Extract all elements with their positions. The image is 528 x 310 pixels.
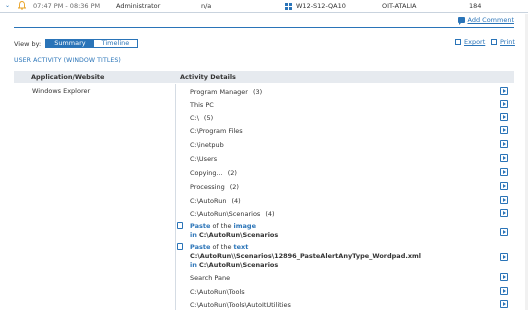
activity-text: C:\AutoRun\Tools — [190, 288, 245, 296]
activity-text: C:\ — [190, 114, 199, 122]
column-header-activity: Activity Details — [180, 73, 236, 81]
paste-icon — [177, 222, 183, 229]
chevron-down-icon[interactable]: ⌄ — [5, 2, 10, 9]
activity-text: C:\AutoRun\Scenarios — [190, 210, 261, 218]
activity-row: Copying... (2) — [190, 168, 510, 179]
column-divider — [175, 84, 176, 310]
activity-row: Search Pane — [190, 273, 510, 284]
activity-text: C:\Program Files — [190, 127, 243, 135]
session-client: n/a — [201, 2, 212, 10]
export-link[interactable]: Export — [455, 38, 485, 46]
play-icon[interactable] — [500, 168, 508, 176]
paste-location: C:\AutoRun\Scenarios — [198, 261, 279, 269]
paste-icon — [177, 243, 183, 250]
paste-in: in — [190, 231, 197, 239]
activity-count: (2) — [227, 169, 237, 177]
add-comment-label: Add Comment — [467, 16, 515, 24]
comment-icon — [457, 17, 465, 25]
activity-row: C:\AutoRun\Scenarios (4) — [190, 209, 510, 220]
paste-content: C:\AutoRun\\Scenarios\12896_PasteAlertAn… — [190, 252, 422, 260]
activity-count: (4) — [231, 197, 241, 205]
paste-kind: image — [233, 222, 256, 230]
play-icon[interactable] — [500, 100, 508, 108]
print-icon — [491, 39, 497, 45]
session-user: Administrator — [116, 2, 161, 10]
activity-row: C:\Users — [190, 154, 510, 165]
export-icon — [455, 39, 461, 45]
paste-of-the: of the — [212, 243, 232, 251]
activity-row: This PC — [190, 100, 510, 111]
activity-text: C:\AutoRun — [190, 197, 227, 205]
paste-kind: text — [233, 243, 249, 251]
activity-text: Program Manager — [190, 88, 248, 96]
paste-text-event: Paste of the text C:\AutoRun\\Scenarios\… — [177, 243, 510, 270]
play-icon[interactable] — [500, 287, 508, 295]
play-icon[interactable] — [500, 273, 508, 281]
add-comment-link[interactable]: Add Comment — [457, 16, 515, 25]
activity-text: C:\AutoRun\Tools\AutoItUtilities — [190, 301, 291, 309]
activity-row: C:\inetpub — [190, 140, 510, 151]
session-time-range: 07:47 PM - 08:36 PM — [33, 2, 101, 10]
session-domain: OIT-ATALIA — [382, 2, 417, 10]
activity-row: C:\AutoRun (4) — [190, 196, 510, 207]
bell-icon — [17, 1, 27, 12]
play-icon[interactable] — [500, 113, 508, 121]
activity-text: Processing — [190, 183, 225, 191]
play-icon[interactable] — [500, 126, 508, 134]
view-toggle[interactable]: Summary Timeline — [45, 39, 139, 48]
activity-row: C:\Program Files — [190, 126, 510, 137]
activity-count: (4) — [265, 210, 275, 218]
divider — [14, 27, 514, 28]
print-link[interactable]: Print — [491, 38, 515, 46]
activity-text: Search Pane — [190, 274, 231, 282]
session-row[interactable]: ⌄ 07:47 PM - 08:36 PM Administrator n/a … — [0, 0, 528, 13]
activity-row: C:\AutoRun\Tools\AutoItUtilities — [190, 300, 510, 310]
paste-location: C:\AutoRun\Scenarios — [198, 231, 279, 239]
paste-label: Paste — [190, 222, 211, 230]
activity-row: Program Manager (3) — [190, 87, 510, 98]
session-count: 184 — [469, 2, 482, 10]
export-label: Export — [464, 38, 486, 46]
activity-text: C:\inetpub — [190, 141, 224, 149]
paste-in: in — [190, 261, 197, 269]
play-icon[interactable] — [500, 228, 508, 236]
paste-of-the: of the — [212, 222, 232, 230]
play-icon[interactable] — [500, 87, 508, 95]
activity-text: C:\Users — [190, 155, 218, 163]
view-by-label: View by: — [14, 39, 42, 48]
activity-count: (3) — [252, 88, 263, 96]
view-timeline-button[interactable]: Timeline — [93, 40, 138, 47]
paste-label: Paste — [190, 243, 211, 251]
activity-row: C:\ (5) — [190, 113, 510, 124]
activity-row: C:\AutoRun\Tools — [190, 287, 510, 298]
view-by-control: View by: Summary Timeline — [14, 39, 139, 48]
play-icon[interactable] — [500, 209, 508, 217]
activity-count: (5) — [203, 114, 214, 122]
play-icon[interactable] — [500, 253, 508, 261]
play-icon[interactable] — [500, 140, 508, 148]
application-name: Windows Explorer — [32, 87, 91, 95]
table-header: Application/Website Activity Details — [14, 71, 514, 83]
play-icon[interactable] — [500, 154, 508, 162]
activity-text: Copying... — [190, 169, 223, 177]
play-icon[interactable] — [500, 300, 508, 308]
windows-icon — [285, 3, 292, 10]
activity-row: Processing (2) — [190, 182, 510, 193]
activity-count: (2) — [229, 183, 239, 191]
view-summary-button[interactable]: Summary — [46, 40, 94, 47]
column-header-application: Application/Website — [31, 73, 105, 81]
play-icon[interactable] — [500, 182, 508, 190]
print-label: Print — [500, 38, 515, 46]
session-host: W12-S12-QA10 — [296, 2, 346, 10]
activity-text: This PC — [190, 101, 214, 109]
play-icon[interactable] — [500, 196, 508, 204]
paste-image-event: Paste of the image in C:\AutoRun\Scenari… — [177, 222, 510, 240]
section-title: USER ACTIVITY (WINDOW TITLES) — [14, 57, 121, 64]
